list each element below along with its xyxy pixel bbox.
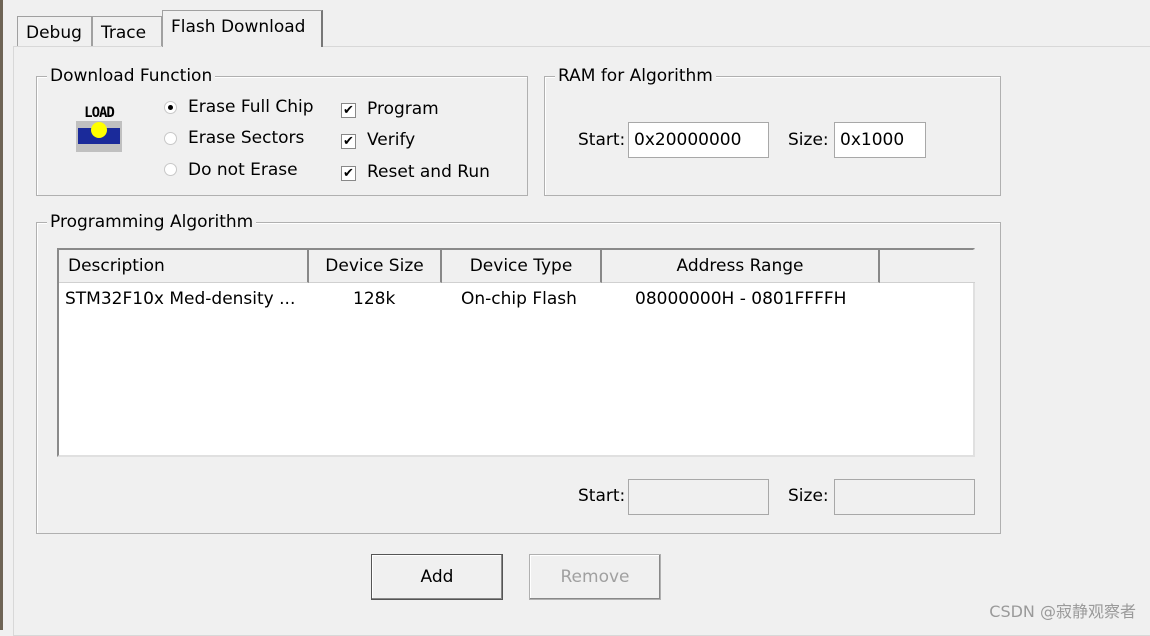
ram-size-input[interactable]: 0x1000 (834, 122, 926, 158)
group-title: Programming Algorithm (47, 211, 257, 233)
load-icon-text: LOAD (76, 106, 122, 121)
watermark: CSDN @寂静观察者 (989, 602, 1136, 621)
tab-trace[interactable]: Trace (92, 16, 162, 46)
algo-size-label: Size: (788, 486, 829, 506)
tab-debug[interactable]: Debug (17, 16, 92, 46)
radio-label: Do not Erase (188, 160, 298, 180)
column-header-address-range[interactable]: Address Range (602, 250, 880, 283)
group-title: RAM for Algorithm (555, 65, 716, 87)
radio-erase-sectors[interactable] (164, 132, 177, 145)
checkbox-label: Reset and Run (367, 162, 490, 182)
checkbox-label: Verify (367, 130, 416, 150)
checkbox-reset-and-run[interactable]: ✔ (341, 166, 356, 181)
column-header-device-type[interactable]: Device Type (442, 250, 602, 283)
cell-address-range: 08000000H - 0801FFFFH (635, 289, 847, 309)
ram-start-label: Start: (578, 130, 626, 150)
radio-do-not-erase[interactable] (164, 163, 177, 176)
tab-flash-download[interactable]: Flash Download (162, 10, 323, 47)
column-header-empty (880, 250, 975, 283)
cell-device-size: 128k (353, 289, 396, 309)
algo-size-input[interactable] (834, 479, 975, 515)
radio-erase-full-chip[interactable] (164, 101, 177, 114)
algo-start-input[interactable] (628, 479, 769, 515)
ram-size-label: Size: (788, 130, 829, 150)
window-edge (0, 0, 3, 630)
algo-start-label: Start: (578, 486, 626, 506)
checkbox-verify[interactable]: ✔ (341, 134, 356, 149)
checkbox-label: Program (367, 99, 439, 119)
algorithm-list[interactable]: Description Device Size Device Type Addr… (57, 248, 975, 457)
cell-description: STM32F10x Med-density ... (65, 289, 296, 309)
radio-label: Erase Full Chip (188, 97, 314, 117)
column-header-description[interactable]: Description (59, 250, 309, 283)
add-button[interactable]: Add (371, 554, 503, 600)
load-icon: LOAD (76, 106, 122, 152)
ram-start-input[interactable]: 0x20000000 (628, 122, 769, 158)
column-header-device-size[interactable]: Device Size (309, 250, 442, 283)
remove-button[interactable]: Remove (529, 554, 661, 600)
group-title: Download Function (47, 65, 216, 87)
cell-device-type: On-chip Flash (461, 289, 577, 309)
radio-label: Erase Sectors (188, 128, 305, 148)
checkbox-program[interactable]: ✔ (341, 103, 356, 118)
